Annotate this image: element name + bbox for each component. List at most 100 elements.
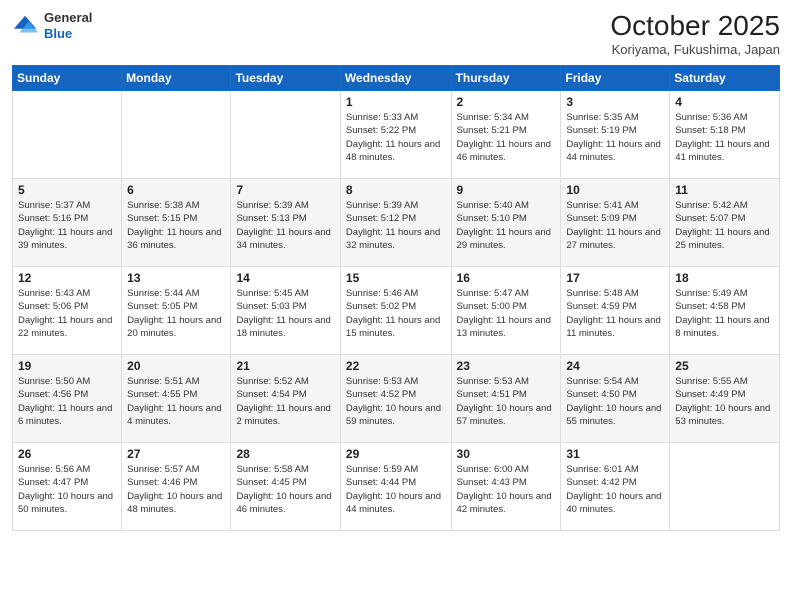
day-number: 12 xyxy=(18,271,116,285)
weekday-header: Saturday xyxy=(670,66,780,91)
day-info: Sunrise: 5:45 AM Sunset: 5:03 PM Dayligh… xyxy=(236,287,334,340)
calendar-cell: 7 Sunrise: 5:39 AM Sunset: 5:13 PM Daylig… xyxy=(231,179,340,267)
calendar-week-row: 19 Sunrise: 5:50 AM Sunset: 4:56 PM Dayli… xyxy=(13,355,780,443)
day-info: Sunrise: 5:51 AM Sunset: 4:55 PM Dayligh… xyxy=(127,375,225,428)
day-number: 16 xyxy=(457,271,556,285)
calendar-cell: 17 Sunrise: 5:48 AM Sunset: 4:59 PM Dayli… xyxy=(561,267,670,355)
day-info: Sunrise: 5:33 AM Sunset: 5:22 PM Dayligh… xyxy=(346,111,446,164)
calendar-cell: 31 Sunrise: 6:01 AM Sunset: 4:42 PM Dayli… xyxy=(561,443,670,531)
calendar-week-row: 12 Sunrise: 5:43 AM Sunset: 5:06 PM Dayli… xyxy=(13,267,780,355)
calendar-cell: 5 Sunrise: 5:37 AM Sunset: 5:16 PM Daylig… xyxy=(13,179,122,267)
calendar-cell: 20 Sunrise: 5:51 AM Sunset: 4:55 PM Dayli… xyxy=(122,355,231,443)
day-info: Sunrise: 5:56 AM Sunset: 4:47 PM Dayligh… xyxy=(18,463,116,516)
calendar-cell xyxy=(122,91,231,179)
day-number: 28 xyxy=(236,447,334,461)
day-info: Sunrise: 5:59 AM Sunset: 4:44 PM Dayligh… xyxy=(346,463,446,516)
calendar-week-row: 5 Sunrise: 5:37 AM Sunset: 5:16 PM Daylig… xyxy=(13,179,780,267)
day-number: 9 xyxy=(457,183,556,197)
logo-general: General xyxy=(44,10,92,25)
calendar-cell: 22 Sunrise: 5:53 AM Sunset: 4:52 PM Dayli… xyxy=(340,355,451,443)
calendar-cell: 11Sunrise: 5:42 AM Sunset: 5:07 PM Dayli… xyxy=(670,179,780,267)
day-number: 10 xyxy=(566,183,664,197)
calendar-cell: 25 Sunrise: 5:55 AM Sunset: 4:49 PM Dayli… xyxy=(670,355,780,443)
day-number: 6 xyxy=(127,183,225,197)
weekday-header: Wednesday xyxy=(340,66,451,91)
day-number: 29 xyxy=(346,447,446,461)
day-number: 31 xyxy=(566,447,664,461)
day-number: 8 xyxy=(346,183,446,197)
calendar-cell: 24Sunrise: 5:54 AM Sunset: 4:50 PM Dayli… xyxy=(561,355,670,443)
day-info: Sunrise: 5:54 AM Sunset: 4:50 PM Dayligh… xyxy=(566,375,664,428)
day-number: 3 xyxy=(566,95,664,109)
day-info: Sunrise: 5:48 AM Sunset: 4:59 PM Dayligh… xyxy=(566,287,664,340)
day-number: 15 xyxy=(346,271,446,285)
day-info: Sunrise: 5:47 AM Sunset: 5:00 PM Dayligh… xyxy=(457,287,556,340)
day-info: Sunrise: 5:36 AM Sunset: 5:18 PM Dayligh… xyxy=(675,111,774,164)
header: General Blue October 2025 Koriyama, Fuku… xyxy=(12,10,780,57)
calendar-cell: 29 Sunrise: 5:59 AM Sunset: 4:44 PM Dayli… xyxy=(340,443,451,531)
month-title: October 2025 xyxy=(610,10,780,42)
day-info: Sunrise: 5:44 AM Sunset: 5:05 PM Dayligh… xyxy=(127,287,225,340)
calendar-cell xyxy=(670,443,780,531)
calendar-cell: 27Sunrise: 5:57 AM Sunset: 4:46 PM Dayli… xyxy=(122,443,231,531)
title-block: October 2025 Koriyama, Fukushima, Japan xyxy=(610,10,780,57)
calendar-cell: 21Sunrise: 5:52 AM Sunset: 4:54 PM Dayli… xyxy=(231,355,340,443)
page-container: General Blue October 2025 Koriyama, Fuku… xyxy=(0,0,792,539)
day-info: Sunrise: 5:34 AM Sunset: 5:21 PM Dayligh… xyxy=(457,111,556,164)
weekday-header: Sunday xyxy=(13,66,122,91)
logo-text: General Blue xyxy=(44,10,92,41)
day-info: Sunrise: 5:35 AM Sunset: 5:19 PM Dayligh… xyxy=(566,111,664,164)
day-info: Sunrise: 5:39 AM Sunset: 5:12 PM Dayligh… xyxy=(346,199,446,252)
weekday-header: Friday xyxy=(561,66,670,91)
day-number: 19 xyxy=(18,359,116,373)
weekday-header: Monday xyxy=(122,66,231,91)
day-number: 25 xyxy=(675,359,774,373)
calendar-cell: 23Sunrise: 5:53 AM Sunset: 4:51 PM Dayli… xyxy=(451,355,561,443)
calendar-cell: 13Sunrise: 5:44 AM Sunset: 5:05 PM Dayli… xyxy=(122,267,231,355)
calendar-cell: 19 Sunrise: 5:50 AM Sunset: 4:56 PM Dayli… xyxy=(13,355,122,443)
calendar-cell: 18Sunrise: 5:49 AM Sunset: 4:58 PM Dayli… xyxy=(670,267,780,355)
day-number: 20 xyxy=(127,359,225,373)
weekday-header: Thursday xyxy=(451,66,561,91)
calendar-cell: 26 Sunrise: 5:56 AM Sunset: 4:47 PM Dayli… xyxy=(13,443,122,531)
calendar-cell: 28Sunrise: 5:58 AM Sunset: 4:45 PM Dayli… xyxy=(231,443,340,531)
day-info: Sunrise: 5:49 AM Sunset: 4:58 PM Dayligh… xyxy=(675,287,774,340)
day-info: Sunrise: 5:53 AM Sunset: 4:52 PM Dayligh… xyxy=(346,375,446,428)
calendar-cell: 1Sunrise: 5:33 AM Sunset: 5:22 PM Daylig… xyxy=(340,91,451,179)
day-info: Sunrise: 5:43 AM Sunset: 5:06 PM Dayligh… xyxy=(18,287,116,340)
calendar-cell: 16 Sunrise: 5:47 AM Sunset: 5:00 PM Dayli… xyxy=(451,267,561,355)
day-number: 2 xyxy=(457,95,556,109)
day-info: Sunrise: 5:37 AM Sunset: 5:16 PM Dayligh… xyxy=(18,199,116,252)
day-info: Sunrise: 6:01 AM Sunset: 4:42 PM Dayligh… xyxy=(566,463,664,516)
logo-icon xyxy=(12,12,40,40)
calendar-cell: 2 Sunrise: 5:34 AM Sunset: 5:21 PM Daylig… xyxy=(451,91,561,179)
day-number: 22 xyxy=(346,359,446,373)
day-info: Sunrise: 5:42 AM Sunset: 5:07 PM Dayligh… xyxy=(675,199,774,252)
day-number: 30 xyxy=(457,447,556,461)
day-number: 26 xyxy=(18,447,116,461)
day-info: Sunrise: 5:57 AM Sunset: 4:46 PM Dayligh… xyxy=(127,463,225,516)
calendar-cell xyxy=(231,91,340,179)
day-number: 4 xyxy=(675,95,774,109)
calendar-week-row: 26 Sunrise: 5:56 AM Sunset: 4:47 PM Dayli… xyxy=(13,443,780,531)
location: Koriyama, Fukushima, Japan xyxy=(610,42,780,57)
day-info: Sunrise: 5:52 AM Sunset: 4:54 PM Dayligh… xyxy=(236,375,334,428)
day-number: 17 xyxy=(566,271,664,285)
logo-blue: Blue xyxy=(44,26,72,41)
day-number: 14 xyxy=(236,271,334,285)
calendar-cell: 3 Sunrise: 5:35 AM Sunset: 5:19 PM Daylig… xyxy=(561,91,670,179)
calendar-week-row: 1Sunrise: 5:33 AM Sunset: 5:22 PM Daylig… xyxy=(13,91,780,179)
day-info: Sunrise: 5:55 AM Sunset: 4:49 PM Dayligh… xyxy=(675,375,774,428)
weekday-header: Tuesday xyxy=(231,66,340,91)
day-info: Sunrise: 5:53 AM Sunset: 4:51 PM Dayligh… xyxy=(457,375,556,428)
day-info: Sunrise: 5:50 AM Sunset: 4:56 PM Dayligh… xyxy=(18,375,116,428)
calendar-cell: 10Sunrise: 5:41 AM Sunset: 5:09 PM Dayli… xyxy=(561,179,670,267)
day-info: Sunrise: 5:39 AM Sunset: 5:13 PM Dayligh… xyxy=(236,199,334,252)
calendar: SundayMondayTuesdayWednesdayThursdayFrid… xyxy=(12,65,780,531)
calendar-cell: 15Sunrise: 5:46 AM Sunset: 5:02 PM Dayli… xyxy=(340,267,451,355)
calendar-cell: 30Sunrise: 6:00 AM Sunset: 4:43 PM Dayli… xyxy=(451,443,561,531)
day-number: 7 xyxy=(236,183,334,197)
day-info: Sunrise: 5:40 AM Sunset: 5:10 PM Dayligh… xyxy=(457,199,556,252)
day-number: 5 xyxy=(18,183,116,197)
weekday-header-row: SundayMondayTuesdayWednesdayThursdayFrid… xyxy=(13,66,780,91)
